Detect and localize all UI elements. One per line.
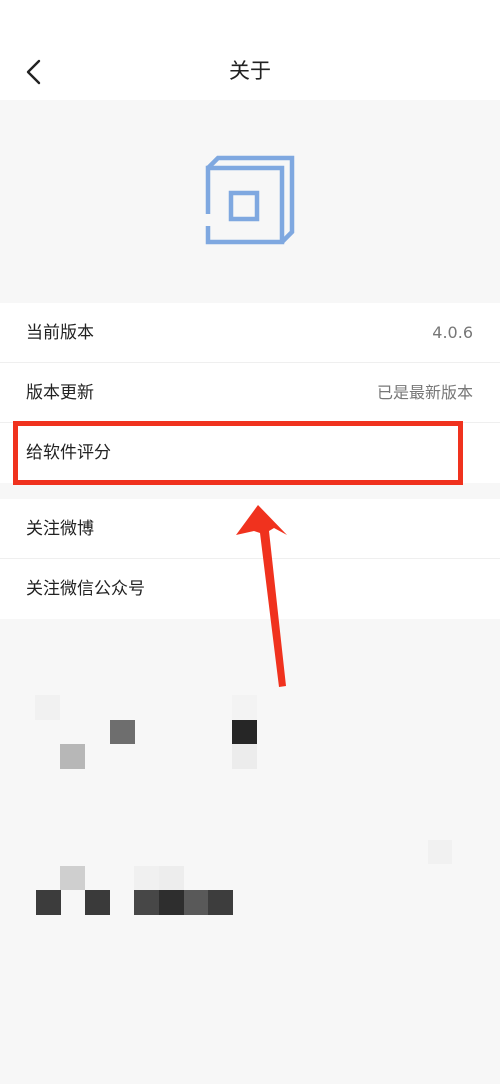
version-value: 4.0.6: [432, 323, 473, 342]
row-follow-weibo[interactable]: 关注微博: [0, 499, 500, 559]
top-bar: 关于: [0, 0, 500, 100]
row-rate-app[interactable]: 给软件评分: [0, 423, 500, 483]
app-logo-icon: [205, 155, 295, 245]
row-label: 给软件评分: [26, 443, 111, 463]
blurred-content: [0, 640, 500, 940]
row-follow-wechat[interactable]: 关注微信公众号: [0, 559, 500, 619]
row-label: 关注微博: [26, 519, 94, 539]
logo-area: [0, 100, 500, 303]
row-label: 关注微信公众号: [26, 579, 145, 599]
row-version-update[interactable]: 版本更新 已是最新版本: [0, 363, 500, 423]
row-current-version[interactable]: 当前版本 4.0.6: [0, 303, 500, 363]
section-gap: [0, 483, 500, 499]
settings-list: 当前版本 4.0.6 版本更新 已是最新版本 给软件评分 关注微博 关注微信公众…: [0, 303, 500, 619]
page-title: 关于: [229, 59, 271, 83]
row-label: 版本更新: [26, 383, 94, 403]
row-label: 当前版本: [26, 323, 94, 343]
update-status: 已是最新版本: [376, 383, 473, 402]
